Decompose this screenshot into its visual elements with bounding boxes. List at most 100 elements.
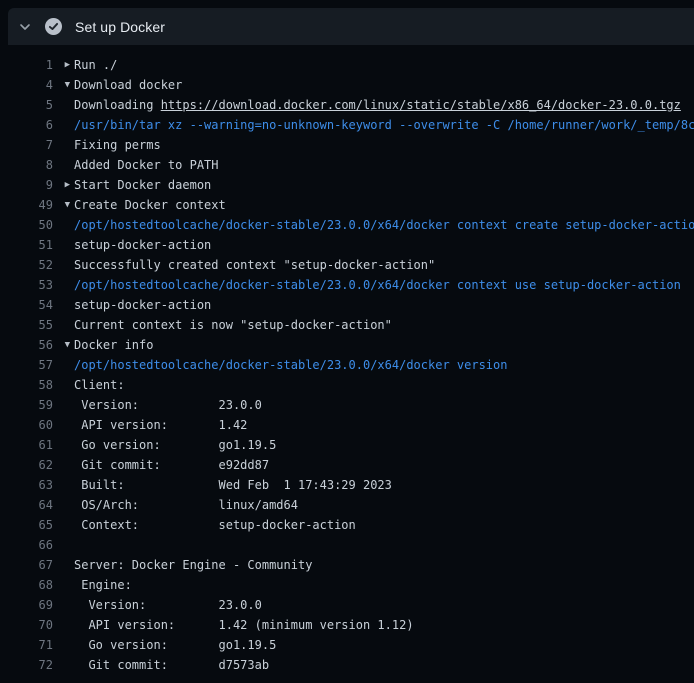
group-collapsed-icon[interactable]: ▶	[53, 175, 74, 195]
line-number[interactable]: 70	[0, 615, 53, 635]
log-text: setup-docker-action	[74, 235, 694, 255]
workflow-log-page: Set up Docker 1▶Run ./4▼Download docker5…	[0, 0, 694, 683]
arrow-spacer	[53, 155, 74, 175]
line-number[interactable]: 52	[0, 255, 53, 275]
log-line: 72 Git commit: d7573ab	[0, 655, 694, 675]
log-text: Run ./	[74, 55, 694, 75]
group-expanded-icon[interactable]: ▼	[53, 195, 74, 215]
chevron-down-icon[interactable]	[18, 21, 32, 33]
log-line: 59 Version: 23.0.0	[0, 395, 694, 415]
line-number[interactable]: 9	[0, 175, 53, 195]
log-line: 66	[0, 535, 694, 555]
log-line: 52Successfully created context "setup-do…	[0, 255, 694, 275]
line-number[interactable]: 57	[0, 355, 53, 375]
log-area[interactable]: 1▶Run ./4▼Download docker5Downloading ht…	[0, 45, 694, 683]
arrow-spacer	[53, 395, 74, 415]
line-number[interactable]: 65	[0, 515, 53, 535]
log-group-line[interactable]: 9▶Start Docker daemon	[0, 175, 694, 195]
line-number[interactable]: 4	[0, 75, 53, 95]
log-text: Docker info	[74, 335, 694, 355]
log-line: 71 Go version: go1.19.5	[0, 635, 694, 655]
log-lines: 1▶Run ./4▼Download docker5Downloading ht…	[0, 55, 694, 675]
line-number[interactable]: 60	[0, 415, 53, 435]
line-number[interactable]: 54	[0, 295, 53, 315]
log-text: Downloading https://download.docker.com/…	[74, 95, 694, 115]
line-number[interactable]: 7	[0, 135, 53, 155]
log-text: Added Docker to PATH	[74, 155, 694, 175]
log-text: API version: 1.42 (minimum version 1.12)	[74, 615, 694, 635]
log-text: OS/Arch: linux/amd64	[74, 495, 694, 515]
arrow-spacer	[53, 575, 74, 595]
log-text: Fixing perms	[74, 135, 694, 155]
line-number[interactable]: 62	[0, 455, 53, 475]
log-line: 64 OS/Arch: linux/amd64	[0, 495, 694, 515]
line-number[interactable]: 72	[0, 655, 53, 675]
arrow-spacer	[53, 555, 74, 575]
log-line: 8 Added Docker to PATH	[0, 155, 694, 175]
log-text: Git commit: e92dd87	[74, 455, 694, 475]
log-text: Engine:	[74, 575, 694, 595]
arrow-spacer	[53, 355, 74, 375]
line-number[interactable]: 49	[0, 195, 53, 215]
line-number[interactable]: 58	[0, 375, 53, 395]
line-number[interactable]: 51	[0, 235, 53, 255]
line-number[interactable]: 64	[0, 495, 53, 515]
group-collapsed-icon[interactable]: ▶	[53, 55, 74, 75]
group-expanded-icon[interactable]: ▼	[53, 335, 74, 355]
log-line: 55Current context is now "setup-docker-a…	[0, 315, 694, 335]
log-line: 50/opt/hostedtoolcache/docker-stable/23.…	[0, 215, 694, 235]
line-number[interactable]: 56	[0, 335, 53, 355]
line-number[interactable]: 63	[0, 475, 53, 495]
log-text: setup-docker-action	[74, 295, 694, 315]
log-group-line[interactable]: 1▶Run ./	[0, 55, 694, 75]
arrow-spacer	[53, 615, 74, 635]
line-number[interactable]: 71	[0, 635, 53, 655]
log-line: 6/usr/bin/tar xz --warning=no-unknown-ke…	[0, 115, 694, 135]
log-group-line[interactable]: 4▼Download docker	[0, 75, 694, 95]
log-line: 62 Git commit: e92dd87	[0, 455, 694, 475]
check-circle-icon	[45, 18, 62, 35]
line-number[interactable]: 68	[0, 575, 53, 595]
line-number[interactable]: 69	[0, 595, 53, 615]
log-text: Start Docker daemon	[74, 175, 694, 195]
line-number[interactable]: 61	[0, 435, 53, 455]
log-group-line[interactable]: 49▼Create Docker context	[0, 195, 694, 215]
line-number[interactable]: 53	[0, 275, 53, 295]
arrow-spacer	[53, 475, 74, 495]
log-text: Client:	[74, 375, 694, 395]
arrow-spacer	[53, 535, 74, 555]
log-command-text: /opt/hostedtoolcache/docker-stable/23.0.…	[74, 275, 694, 295]
arrow-spacer	[53, 215, 74, 235]
arrow-spacer	[53, 315, 74, 335]
line-number[interactable]: 1	[0, 55, 53, 75]
step-header[interactable]: Set up Docker	[8, 8, 694, 45]
log-line: 60 API version: 1.42	[0, 415, 694, 435]
log-link[interactable]: https://download.docker.com/linux/static…	[161, 98, 681, 112]
arrow-spacer	[53, 115, 74, 135]
line-number[interactable]: 66	[0, 535, 53, 555]
log-line: 68 Engine:	[0, 575, 694, 595]
log-line: 58 Client:	[0, 375, 694, 395]
arrow-spacer	[53, 135, 74, 155]
line-number[interactable]: 59	[0, 395, 53, 415]
line-number[interactable]: 55	[0, 315, 53, 335]
log-group-line[interactable]: 56▼Docker info	[0, 335, 694, 355]
log-text: Server: Docker Engine - Community	[74, 555, 694, 575]
line-number[interactable]: 5	[0, 95, 53, 115]
line-number[interactable]: 50	[0, 215, 53, 235]
group-expanded-icon[interactable]: ▼	[53, 75, 74, 95]
line-number[interactable]: 8	[0, 155, 53, 175]
line-number[interactable]: 67	[0, 555, 53, 575]
arrow-spacer	[53, 375, 74, 395]
log-text: Create Docker context	[74, 195, 694, 215]
line-number[interactable]: 6	[0, 115, 53, 135]
log-command-text: /usr/bin/tar xz --warning=no-unknown-key…	[74, 115, 694, 135]
arrow-spacer	[53, 595, 74, 615]
arrow-spacer	[53, 655, 74, 675]
log-line: 61 Go version: go1.19.5	[0, 435, 694, 455]
arrow-spacer	[53, 235, 74, 255]
arrow-spacer	[53, 255, 74, 275]
arrow-spacer	[53, 415, 74, 435]
log-line: 65 Context: setup-docker-action	[0, 515, 694, 535]
arrow-spacer	[53, 435, 74, 455]
